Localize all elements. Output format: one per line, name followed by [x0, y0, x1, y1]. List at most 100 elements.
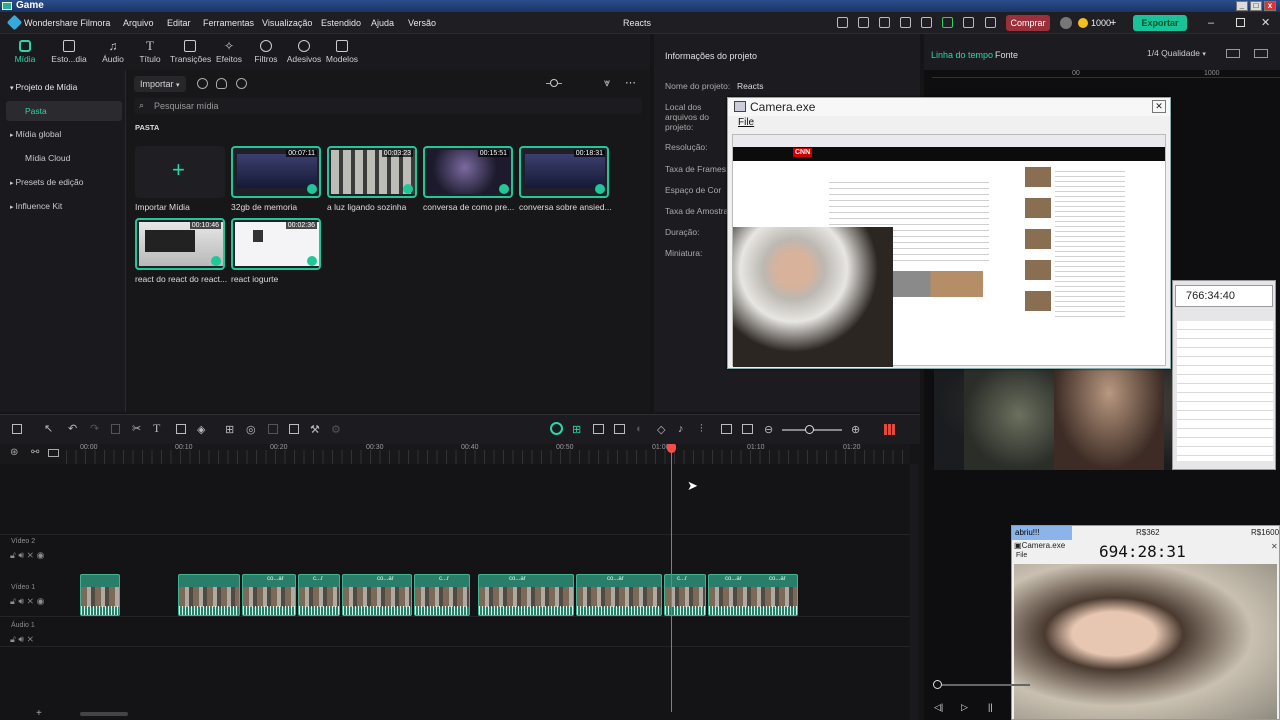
cloud-icon[interactable]	[942, 17, 953, 28]
dim-icon[interactable]: ◐	[636, 423, 643, 435]
apps-icon[interactable]	[985, 17, 996, 28]
mute-icon[interactable]: ⨯	[27, 596, 35, 606]
media-clip-3[interactable]: 00:15:51	[423, 146, 513, 198]
tool-stock[interactable]: Esto...dia	[49, 34, 89, 70]
preview-progress-bar[interactable]	[938, 684, 1030, 686]
timeline-clip[interactable]: co...ar	[242, 574, 296, 616]
snap-icon[interactable]	[48, 449, 59, 457]
sidebar-item-influence-kit[interactable]: ▸ Influence Kit	[10, 196, 120, 216]
timeline-clip[interactable]: co...ar	[576, 574, 662, 616]
tool-stickers[interactable]: Adesivos	[284, 34, 324, 70]
lock-icon[interactable]: 🔓︎	[10, 596, 16, 606]
app-maximize-icon[interactable]	[1236, 18, 1245, 27]
image-icon[interactable]	[614, 424, 625, 434]
play-icon[interactable]: ▷	[961, 702, 968, 713]
eye-icon[interactable]: ◉	[37, 596, 45, 606]
sidebar-item-project-media[interactable]: ▾ Projeto de Mídia	[10, 77, 120, 97]
magic-icon[interactable]: ⚒	[310, 423, 320, 436]
speed-icon[interactable]: ◎	[246, 423, 256, 436]
lock-icon[interactable]: 🔓︎	[10, 634, 16, 644]
caption-icon[interactable]	[742, 424, 753, 434]
minimize-button[interactable]: _	[1236, 1, 1248, 11]
grid-icon[interactable]	[884, 424, 895, 435]
timeline-clip[interactable]: co...ar	[478, 574, 574, 616]
camera-menu-file[interactable]: File	[738, 117, 754, 128]
vertical-scrollbar[interactable]	[910, 464, 918, 720]
pip-icon[interactable]	[721, 424, 732, 434]
mute-icon[interactable]: ⨯	[27, 550, 35, 560]
tool-media[interactable]: Mídia	[5, 34, 45, 70]
menu-arquivo[interactable]: Arquivo	[123, 12, 154, 34]
layout-icon[interactable]	[900, 17, 911, 28]
timeline-zoom-handle[interactable]	[805, 425, 814, 434]
menu-ajuda[interactable]: Ajuda	[371, 12, 394, 34]
preview-progress-handle[interactable]	[933, 680, 942, 689]
zoom-in-icon[interactable]: ⊕	[851, 423, 860, 436]
media-clip-4[interactable]: 00:18:31	[519, 146, 609, 198]
tool-templates[interactable]: Modelos	[322, 34, 362, 70]
layout-icon[interactable]	[12, 424, 22, 434]
menu-editar[interactable]: Editar	[167, 12, 191, 34]
lock-icon[interactable]: 🔓︎	[10, 550, 16, 560]
render-icon[interactable]	[550, 422, 563, 435]
app-minimize-icon[interactable]: –	[1208, 12, 1214, 34]
close-icon[interactable]: ✕	[1152, 100, 1166, 113]
playhead-line[interactable]	[671, 450, 672, 712]
undo-icon[interactable]: ↶	[68, 422, 77, 435]
tab-timeline[interactable]: Linha do tempo	[931, 50, 993, 60]
media-clip-6[interactable]: 00:02:36	[231, 218, 321, 270]
tool-title[interactable]: T Título	[130, 34, 170, 70]
track-icon[interactable]: ⊞	[572, 423, 581, 436]
tool-effects[interactable]: ✧ Efeitos	[209, 34, 249, 70]
playhead-handle[interactable]	[667, 444, 676, 453]
delete-icon[interactable]	[111, 424, 120, 434]
prev-frame-icon[interactable]: ◁|	[934, 702, 943, 713]
eye-icon[interactable]: ◉	[37, 550, 45, 560]
split-icon[interactable]	[289, 424, 299, 434]
mute-icon[interactable]: ⨯	[27, 634, 35, 644]
timeline-clip[interactable]: co...ar co...ar	[708, 574, 798, 616]
mic-icon[interactable]: ♪	[678, 423, 684, 435]
menu-estendido[interactable]: Estendido	[321, 12, 361, 34]
maximize-button[interactable]: □	[1250, 1, 1262, 11]
display-settings-icon[interactable]	[1254, 49, 1268, 58]
voiceover-icon[interactable]	[236, 78, 247, 89]
crop-icon[interactable]	[176, 424, 186, 434]
sidebar-item-cloud-media[interactable]: Mídia Cloud	[10, 148, 120, 168]
timeline-clip[interactable]	[80, 574, 120, 616]
import-media-tile[interactable]: +	[135, 146, 225, 198]
sidebar-item-folder[interactable]: Pasta	[6, 101, 122, 121]
filter-icon[interactable]: ⩔	[604, 77, 610, 90]
timeline-clip[interactable]	[178, 574, 240, 616]
menu-visualizacao[interactable]: Visualização	[262, 12, 312, 34]
tool-audio[interactable]: ♫ Áudio	[93, 34, 133, 70]
close-icon[interactable]: ✕	[1271, 542, 1278, 551]
horizontal-scrollbar[interactable]	[80, 712, 128, 716]
record-icon[interactable]	[197, 78, 208, 89]
cut-icon[interactable]: ✂	[132, 422, 141, 435]
zoom-slider-handle[interactable]	[550, 79, 558, 87]
media-clip-5[interactable]: 00:10:46	[135, 218, 225, 270]
scene-icon[interactable]	[593, 424, 604, 434]
snapshot-icon[interactable]	[1226, 49, 1240, 58]
close-button[interactable]: x	[1264, 1, 1276, 11]
zoom-out-icon[interactable]: ⊖	[764, 423, 773, 436]
timeline-clip[interactable]: co...ar	[342, 574, 412, 616]
tab-source[interactable]: Fonte	[995, 50, 1018, 60]
menu-versao[interactable]: Versão	[408, 12, 436, 34]
stop-icon[interactable]: ||	[988, 702, 993, 712]
sidebar-item-global-media[interactable]: ▸ Mídia global	[10, 124, 120, 144]
camera2-menu-file[interactable]: File	[1016, 552, 1027, 559]
color-icon[interactable]: ◈	[197, 423, 205, 436]
import-dropdown[interactable]: Importar ▾	[134, 76, 186, 92]
sidebar-item-edit-presets[interactable]: ▸ Presets de edição	[10, 172, 120, 192]
megaphone-icon[interactable]	[858, 17, 869, 28]
ai-icon[interactable]: ⊞	[225, 423, 234, 436]
mic-icon[interactable]	[216, 78, 227, 89]
add-icon[interactable]: +	[36, 708, 42, 719]
select-icon[interactable]: ↖	[44, 422, 53, 435]
avatar[interactable]	[1060, 17, 1072, 29]
download-icon[interactable]	[963, 17, 974, 28]
tool-transitions[interactable]: Transições	[170, 34, 211, 70]
volume-icon[interactable]: 🔊︎	[18, 634, 24, 644]
